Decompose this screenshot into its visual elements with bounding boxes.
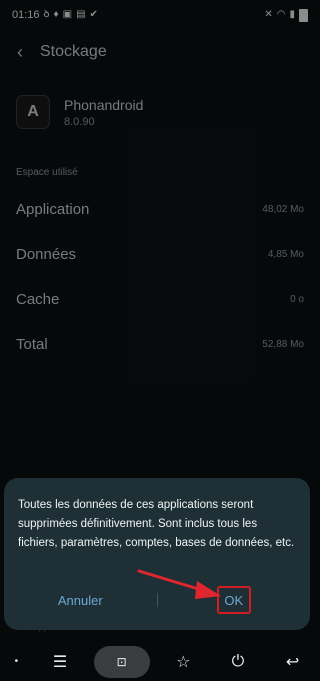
- storage-row-application: Application 48,02 Mo: [16, 194, 304, 224]
- app-logo-icon: A: [16, 95, 50, 129]
- storage-value: 0 o: [290, 293, 304, 305]
- status-bar: 01:16 ꝺ ♦ ▣ ▤ ✔ ✕ ◠ ▮: [0, 0, 320, 30]
- storage-label: Application: [16, 200, 90, 218]
- notification-icon: ꝺ: [43, 9, 50, 20]
- chevron-left-icon: ‹: [17, 41, 23, 62]
- app-bar: ‹ Stockage: [0, 34, 320, 70]
- app-info: A Phonandroid 8.0.90: [16, 95, 143, 129]
- confirm-dialog: Toutes les données de ces applications s…: [4, 478, 310, 630]
- dialog-message: Toutes les données de ces applications s…: [18, 499, 295, 549]
- storage-label: Total: [16, 335, 48, 353]
- storage-value: 52,88 Mo: [262, 338, 304, 350]
- storage-row-cache: Cache 0 o: [16, 284, 304, 314]
- storage-label: Cache: [16, 290, 60, 308]
- app-version: 8.0.90: [64, 115, 95, 128]
- page-title: Stockage: [40, 43, 107, 60]
- back-button[interactable]: ‹: [0, 34, 40, 70]
- check-icon: ✔: [89, 9, 98, 20]
- status-left: 01:16 ꝺ ♦ ▣ ▤ ✔: [12, 9, 98, 21]
- home-button[interactable]: ⊡: [93, 645, 150, 678]
- app-name: Phonandroid: [64, 96, 144, 113]
- recent-apps-icon[interactable]: ☰: [39, 646, 81, 678]
- cancel-button[interactable]: Annuler: [4, 593, 157, 608]
- gallery-icon: ▤: [76, 9, 86, 20]
- dialog-actions: Annuler OK: [4, 586, 310, 614]
- storage-value: 4,85 Mo: [267, 248, 304, 260]
- dot-indicator: •: [14, 656, 19, 667]
- power-icon[interactable]: ⏻: [217, 646, 259, 678]
- mute-icon: ✕: [264, 9, 273, 20]
- ok-button[interactable]: OK: [216, 586, 251, 614]
- nav-bar: • ☰ ⊡ ☆ ⏻ ↩: [0, 642, 320, 681]
- storage-label: Données: [16, 245, 77, 263]
- section-header: Espace utilisé: [16, 167, 78, 178]
- image-icon: ▣: [62, 9, 73, 20]
- app-details: Phonandroid 8.0.90: [64, 97, 143, 128]
- wifi-icon: ◠: [276, 9, 286, 20]
- back-nav-icon[interactable]: ↩: [272, 646, 314, 678]
- status-time: 01:16: [12, 9, 40, 21]
- storage-row-total: Total 52,88 Mo: [16, 329, 304, 359]
- status-right: ✕ ◠ ▮: [264, 8, 308, 22]
- notification-icon: ♦: [53, 9, 59, 20]
- signal-icon: ▮: [289, 9, 295, 20]
- storage-value: 48,02 Mo: [262, 203, 304, 215]
- battery-icon: [299, 8, 308, 22]
- ok-button-wrap: OK: [158, 586, 311, 614]
- home-icon: ⊡: [116, 654, 127, 669]
- storage-row-donnees: Données 4,85 Mo: [16, 239, 304, 269]
- star-icon[interactable]: ☆: [162, 646, 204, 678]
